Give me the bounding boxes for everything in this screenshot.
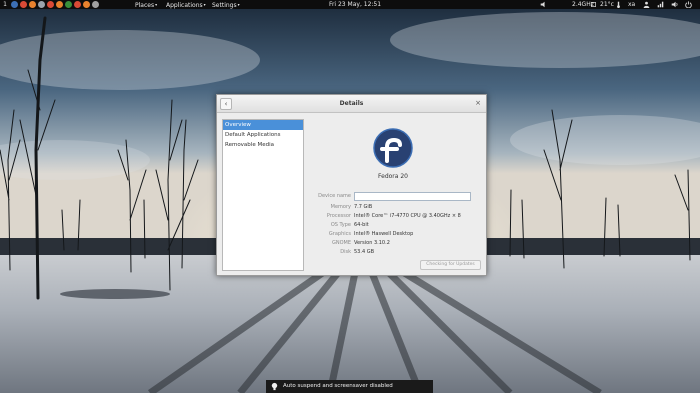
device-name-label: Device name	[318, 193, 351, 199]
gnome-label: GNOME	[331, 240, 351, 246]
speaker-icon[interactable]	[540, 1, 547, 8]
power-icon[interactable]	[685, 1, 692, 8]
notification-text: Auto suspend and screensaver disabled	[283, 383, 393, 389]
gnome-value: Version 3.10.2	[354, 240, 390, 246]
menu-settings-label: Settings	[212, 2, 237, 9]
temperature: 21°c	[600, 1, 614, 8]
graphics-value: Intel® Haswell Desktop	[354, 231, 414, 237]
chevron-down-icon: ▾	[203, 2, 206, 7]
top-panel: 1 Places▾ Applications▾ Settings▾ Fri 23…	[0, 0, 700, 9]
launcher-chrome-icon[interactable]	[74, 1, 81, 8]
details-window: ‹ Details × Overview Default Application…	[216, 94, 487, 276]
launcher-chrome-icon[interactable]	[47, 1, 54, 8]
os-type-value: 64-bit	[354, 222, 369, 228]
window-title: Details	[339, 100, 364, 107]
sidebar-item-default-applications[interactable]: Default Applications	[223, 130, 303, 140]
user-name[interactable]: xa	[628, 0, 635, 9]
launcher-tools-icon[interactable]	[92, 1, 99, 8]
fedora-logo-icon	[373, 128, 413, 168]
processor-value: Intel® Core™ i7-4770 CPU @ 3.40GHz × 8	[354, 213, 461, 219]
close-icon: ×	[475, 99, 481, 107]
launcher-firefox-icon[interactable]	[83, 1, 90, 8]
clock[interactable]: Fri 23 May, 12:51	[320, 0, 390, 9]
launcher-chrome-icon[interactable]	[20, 1, 27, 8]
launcher-files-icon[interactable]	[38, 1, 45, 8]
chevron-down-icon: ▾	[237, 2, 240, 7]
os-name: Fedora 20	[378, 173, 408, 180]
user-icon[interactable]	[643, 1, 650, 8]
menu-applications[interactable]: Applications▾	[166, 0, 206, 10]
menu-settings[interactable]: Settings▾	[212, 0, 240, 10]
menu-applications-label: Applications	[166, 2, 203, 9]
launcher-terminal-icon[interactable]	[11, 1, 18, 8]
memory-value: 7.7 GiB	[354, 204, 373, 210]
workspace-indicator[interactable]: 1	[2, 0, 8, 9]
launcher-firefox-icon[interactable]	[56, 1, 63, 8]
notification-bar[interactable]: Auto suspend and screensaver disabled	[266, 380, 433, 393]
device-name-input[interactable]	[354, 192, 471, 201]
graphics-label: Graphics	[328, 231, 351, 237]
menu-places-label: Places	[135, 2, 155, 9]
processor-label: Processor	[326, 213, 351, 219]
thermometer-icon	[617, 1, 620, 8]
volume-icon[interactable]	[671, 1, 678, 8]
launcher-firefox-icon[interactable]	[29, 1, 36, 8]
sidebar-item-removable-media[interactable]: Removable Media	[223, 140, 303, 150]
cpu-icon	[591, 2, 596, 7]
menu-places[interactable]: Places▾	[135, 0, 157, 10]
window-titlebar[interactable]: ‹ Details ×	[217, 95, 486, 113]
lightbulb-icon	[271, 382, 278, 391]
disk-value: 53.4 GB	[354, 249, 375, 255]
memory-label: Memory	[330, 204, 351, 210]
sidebar-item-overview[interactable]: Overview	[223, 120, 303, 130]
os-type-label: OS Type	[330, 222, 351, 228]
disk-label: Disk	[340, 249, 351, 255]
launcher-chrome-icon[interactable]	[65, 1, 72, 8]
network-icon[interactable]	[657, 1, 664, 8]
check-updates-button[interactable]: Checking for Updates	[420, 260, 481, 270]
chevron-down-icon: ▾	[155, 2, 158, 7]
close-button[interactable]: ×	[475, 95, 481, 112]
